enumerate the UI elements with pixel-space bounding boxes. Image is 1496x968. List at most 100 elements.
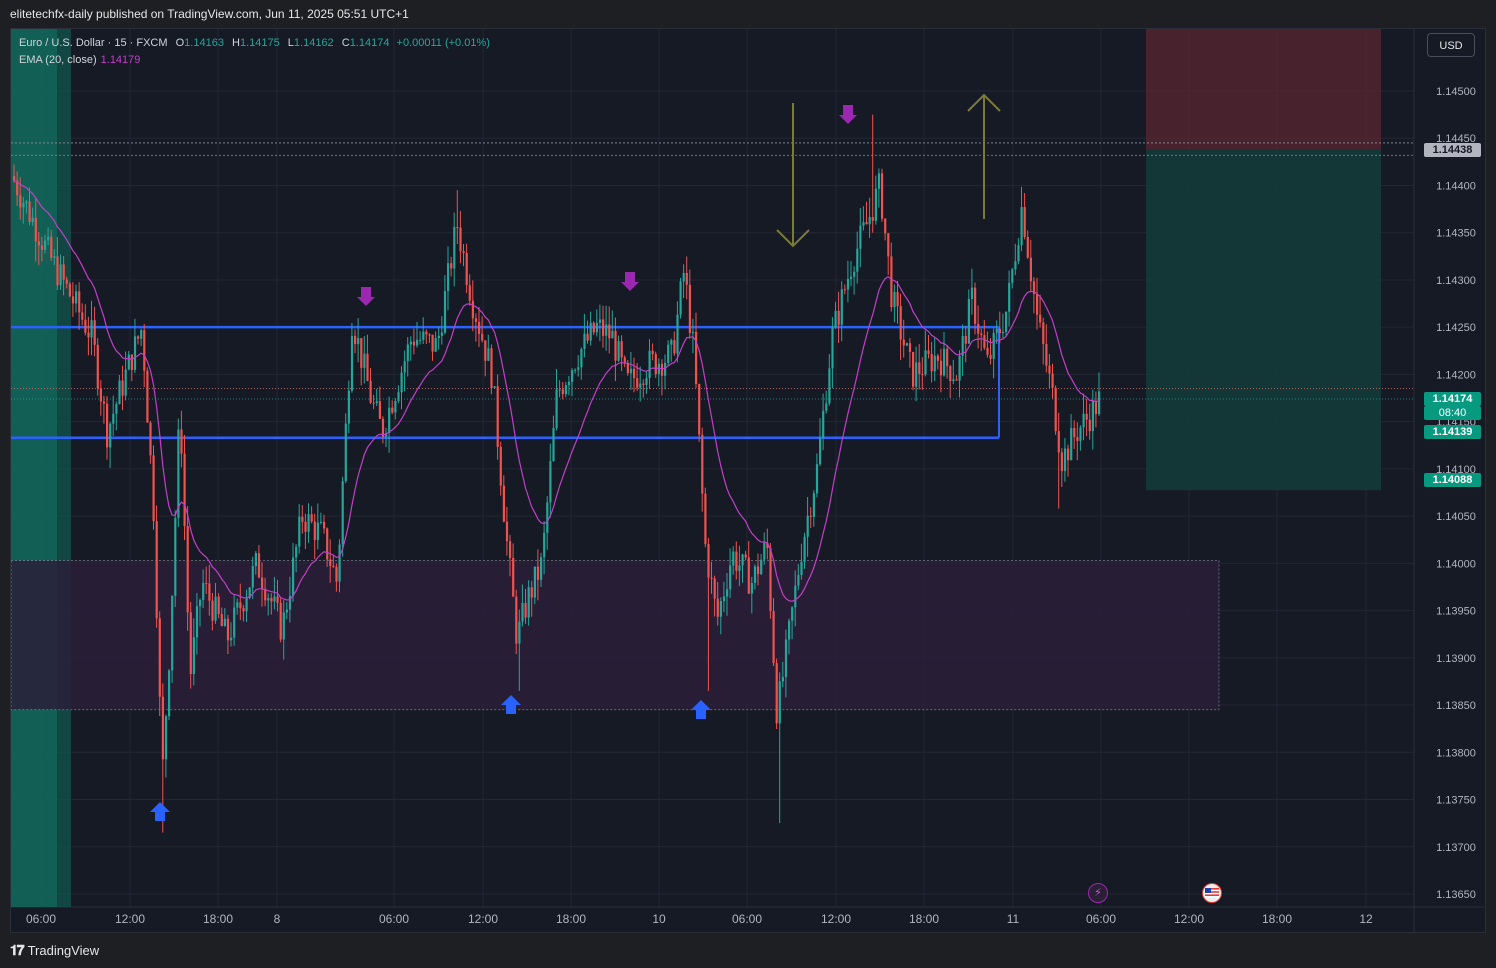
- symbol-label[interactable]: Euro / U.S. Dollar · 15 · FXCM: [19, 37, 168, 49]
- candle-body: [583, 333, 586, 350]
- candle-body: [1001, 332, 1005, 334]
- candle-body: [812, 493, 815, 517]
- candle-body: [788, 620, 791, 640]
- candle-body: [617, 341, 620, 361]
- candle-body: [1011, 269, 1014, 283]
- candle-body: [158, 618, 161, 697]
- candle-body: [267, 598, 270, 601]
- price-tick-label: 1.13850: [1436, 700, 1476, 712]
- candle-body: [540, 557, 543, 580]
- candle-body: [602, 319, 605, 336]
- ema-label[interactable]: EMA (20, close): [19, 54, 97, 66]
- candle-body: [276, 596, 279, 603]
- candle-body: [710, 577, 713, 579]
- candle-body: [974, 287, 977, 324]
- candle-body: [648, 350, 651, 379]
- time-tick-label: 06:00: [26, 912, 56, 926]
- lightning-icon[interactable]: ⚡: [1088, 883, 1108, 903]
- candle-body: [146, 370, 149, 423]
- time-tick-label: 18:00: [203, 912, 233, 926]
- candle-body: [400, 372, 403, 393]
- candle-body: [955, 379, 958, 381]
- candle-body: [989, 354, 992, 359]
- candle-body: [688, 284, 691, 334]
- candle-body: [533, 566, 536, 598]
- candle-body: [1054, 387, 1057, 432]
- candle-body: [1042, 322, 1045, 345]
- candle-body: [598, 319, 602, 323]
- candle-body: [19, 195, 22, 208]
- us-flag-icon[interactable]: [1202, 883, 1222, 903]
- sell-arrow-icon[interactable]: [357, 287, 375, 306]
- candle-body: [927, 350, 930, 354]
- candle-body: [34, 217, 37, 242]
- candle-body: [605, 324, 608, 336]
- candle-body: [791, 607, 794, 621]
- candle-body: [149, 422, 152, 456]
- candle-body: [416, 339, 419, 346]
- candle-body: [757, 566, 760, 575]
- time-tick-label: 12:00: [468, 912, 498, 926]
- brand-label[interactable]: TradingView: [28, 943, 100, 958]
- candle-body: [843, 289, 846, 291]
- candle-body: [936, 355, 939, 361]
- candle-body: [313, 521, 316, 540]
- price-tick-label: 1.14300: [1436, 275, 1476, 287]
- candle-body: [763, 542, 766, 560]
- candle-body: [915, 362, 918, 387]
- chart-frame[interactable]: 1.14500 1.14450 1.14400 1.14350 1.14300 1.142…: [10, 28, 1486, 933]
- candle-body: [608, 324, 611, 339]
- tradingview-logo-icon[interactable]: 𝟏𝟕: [10, 942, 25, 959]
- candle-body: [564, 385, 567, 395]
- ema-value: 1.14179: [100, 54, 141, 66]
- candle-body: [189, 612, 192, 674]
- candle-body: [78, 291, 81, 313]
- candle-body: [567, 381, 571, 386]
- candle-body: [409, 341, 412, 345]
- candle-body: [825, 403, 828, 411]
- candle-body: [164, 716, 168, 760]
- candle-body: [809, 515, 812, 517]
- entry-price-tag: 1.14139: [1424, 425, 1481, 439]
- candle-body: [747, 557, 750, 594]
- candle-body: [853, 271, 856, 277]
- candle-body: [456, 227, 459, 229]
- candle-body: [459, 227, 462, 252]
- candle-body: [732, 551, 735, 566]
- candle-body: [344, 423, 347, 482]
- candle-body: [431, 334, 434, 352]
- price-tick-label: 1.14400: [1436, 180, 1476, 192]
- candle-body: [143, 330, 146, 371]
- candle-body: [933, 355, 936, 372]
- candle-body: [577, 367, 580, 370]
- currency-button[interactable]: USD: [1427, 33, 1475, 57]
- candle-body: [574, 369, 577, 371]
- price-tick-label: 1.13900: [1436, 653, 1476, 665]
- candle-body: [691, 331, 695, 334]
- candle-body: [326, 528, 329, 560]
- candle-body: [434, 338, 437, 352]
- price-chart[interactable]: 1.145001.144501.144001.143501.143001.142…: [11, 29, 1486, 933]
- candle-body: [784, 639, 788, 677]
- candle-body: [502, 485, 505, 522]
- candle-body: [199, 599, 202, 607]
- candle-body: [828, 368, 831, 404]
- candle-body: [995, 328, 998, 333]
- take-profit-zone: [1146, 149, 1381, 491]
- candle-body: [741, 554, 744, 566]
- candle-body: [481, 333, 484, 341]
- sell-arrow-icon[interactable]: [621, 272, 639, 291]
- low-value: 1.14162: [293, 37, 334, 49]
- candle-body: [31, 217, 34, 222]
- candle-body: [620, 341, 623, 358]
- candle-body: [1014, 261, 1017, 270]
- candle-body: [428, 334, 431, 336]
- candle-body: [899, 306, 902, 340]
- candle-body: [195, 606, 199, 638]
- candle-body: [422, 331, 425, 340]
- candle-body: [378, 401, 381, 419]
- sell-arrow-icon[interactable]: [839, 105, 857, 124]
- candle-body: [62, 264, 65, 280]
- buy-arrow-icon[interactable]: [150, 802, 170, 821]
- close-value: 1.14174: [349, 37, 390, 49]
